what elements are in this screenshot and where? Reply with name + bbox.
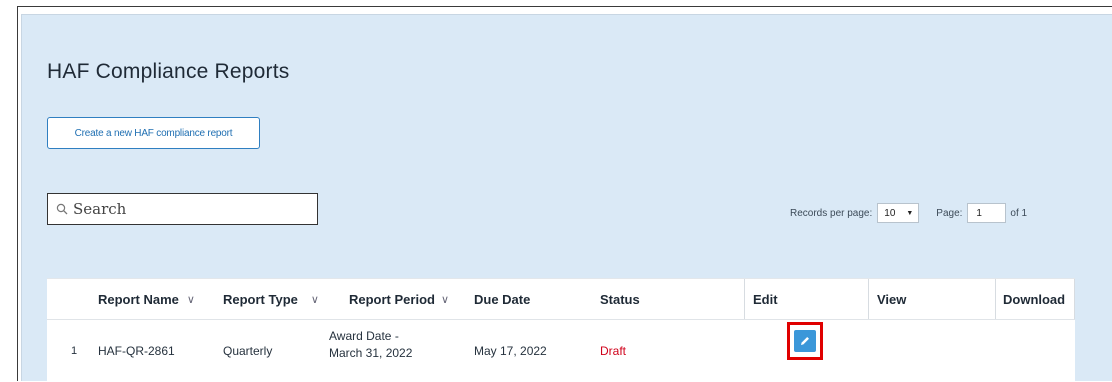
- report-period-start: Award Date -: [329, 329, 399, 343]
- column-header-report-type[interactable]: Report Type ∨: [223, 279, 319, 320]
- report-type-cell: Quarterly: [223, 344, 273, 358]
- column-header-download: Download: [1003, 292, 1066, 307]
- create-report-button[interactable]: Create a new HAF compliance report: [47, 117, 260, 149]
- table-row: 1 HAF-QR-2861 Quarterly Award Date - Mar…: [47, 319, 1075, 382]
- report-name-cell: HAF-QR-2861: [98, 344, 175, 358]
- records-per-page-value: 10: [884, 207, 896, 219]
- page-label: Page:: [936, 207, 963, 219]
- column-header-view: View: [877, 292, 907, 307]
- status-badge: Draft: [600, 344, 627, 358]
- records-per-page-label: Records per page:: [790, 207, 873, 219]
- search-icon: [56, 203, 68, 215]
- pencil-icon: [801, 337, 809, 345]
- page-total: of 1: [1010, 207, 1028, 219]
- search-input[interactable]: [73, 200, 308, 218]
- due-date-cell: May 17, 2022: [474, 344, 547, 358]
- sort-chevron-icon: ∨: [186, 294, 195, 306]
- sort-chevron-icon: ∨: [440, 294, 450, 306]
- page-number-input[interactable]: [967, 203, 1007, 223]
- column-header-edit: Edit: [753, 292, 778, 307]
- column-header-report-period[interactable]: Report Period ∨: [349, 279, 449, 320]
- edit-button-highlight[interactable]: [787, 322, 823, 360]
- edit-report-button[interactable]: [794, 330, 816, 352]
- column-header-status: Status: [600, 292, 640, 307]
- row-index: 1: [71, 345, 78, 357]
- table-header: Report Name ∨ Report Type ∨ Report Period ∨…: [47, 278, 1075, 382]
- report-period-cell: Award Date - March 31, 2022: [329, 328, 412, 362]
- sort-chevron-icon: ∨: [310, 294, 319, 306]
- page-title: HAF Compliance Reports: [47, 60, 290, 83]
- column-header-due-date: Due Date: [474, 292, 531, 307]
- report-period-end: March 31, 2022: [329, 346, 413, 360]
- search-box[interactable]: [47, 193, 318, 225]
- records-per-page-select[interactable]: 10 ▼: [877, 203, 920, 223]
- column-header-report-name[interactable]: Report Name ∨: [98, 279, 195, 320]
- pagination-controls: Records per page: 10 ▼ Page: of 1: [790, 203, 1027, 223]
- caret-down-icon: ▼: [906, 209, 914, 217]
